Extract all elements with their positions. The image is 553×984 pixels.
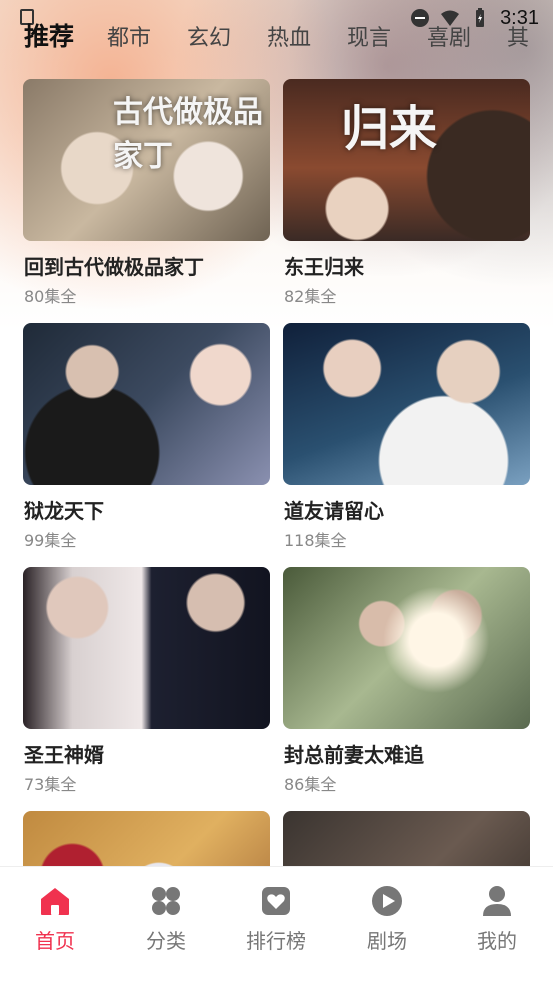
poster-image[interactable] bbox=[283, 323, 530, 485]
poster-image[interactable]: 归来 bbox=[283, 79, 530, 241]
nav-home[interactable]: 首页 bbox=[5, 885, 105, 954]
tab-fantasy[interactable]: 玄幻 bbox=[187, 20, 231, 52]
drama-title[interactable]: 回到古代做极品家丁 bbox=[24, 251, 204, 280]
episode-count: 99集全 bbox=[24, 531, 77, 550]
episode-count: 80集全 bbox=[24, 287, 77, 306]
drama-title[interactable]: 狱龙天下 bbox=[24, 495, 104, 524]
category-tabs: 推荐 都市 玄幻 热血 现言 喜剧 其 bbox=[0, 14, 553, 64]
profile-icon bbox=[483, 886, 511, 916]
bottom-navigation: 首页 分类 排行榜 剧场 我的 bbox=[0, 866, 553, 984]
drama-title[interactable]: 封总前妻太难追 bbox=[284, 739, 424, 768]
poster-image[interactable] bbox=[23, 567, 270, 729]
ranking-icon bbox=[262, 887, 290, 915]
tab-more[interactable]: 其 bbox=[507, 20, 529, 52]
drama-card[interactable] bbox=[283, 811, 530, 866]
nav-ranking[interactable]: 排行榜 bbox=[226, 885, 326, 954]
nav-label: 排行榜 bbox=[246, 929, 306, 953]
tab-modern-romance[interactable]: 现言 bbox=[347, 20, 391, 52]
play-icon bbox=[372, 886, 402, 916]
drama-card[interactable] bbox=[23, 811, 270, 866]
poster-image[interactable] bbox=[283, 567, 530, 729]
nav-category[interactable]: 分类 bbox=[116, 885, 216, 954]
poster-title-text: 归来 bbox=[341, 101, 438, 157]
nav-label: 分类 bbox=[146, 929, 186, 953]
nav-label: 我的 bbox=[477, 929, 517, 953]
poster-image[interactable] bbox=[23, 811, 270, 866]
nav-theater[interactable]: 剧场 bbox=[337, 885, 437, 954]
category-icon bbox=[152, 887, 180, 915]
nav-label: 剧场 bbox=[367, 929, 407, 953]
nav-profile[interactable]: 我的 bbox=[447, 885, 547, 954]
drama-title[interactable]: 圣王神婿 bbox=[24, 739, 104, 768]
nav-label: 首页 bbox=[35, 929, 75, 953]
episode-count: 118集全 bbox=[284, 531, 347, 550]
drama-title[interactable]: 东王归来 bbox=[284, 251, 364, 280]
episode-count: 73集全 bbox=[24, 775, 77, 794]
tab-comedy[interactable]: 喜剧 bbox=[427, 20, 471, 52]
poster-image[interactable] bbox=[23, 323, 270, 485]
episode-count: 86集全 bbox=[284, 775, 337, 794]
tab-recommend[interactable]: 推荐 bbox=[24, 17, 74, 53]
poster-image[interactable]: 古代做极品家丁 bbox=[23, 79, 270, 241]
tab-urban[interactable]: 都市 bbox=[107, 20, 151, 52]
episode-count: 82集全 bbox=[284, 287, 337, 306]
drama-title[interactable]: 道友请留心 bbox=[284, 495, 384, 524]
tab-action[interactable]: 热血 bbox=[267, 20, 311, 52]
home-icon bbox=[41, 888, 69, 915]
poster-title-text: 古代做极品家丁 bbox=[113, 95, 263, 174]
poster-image[interactable] bbox=[283, 811, 530, 866]
